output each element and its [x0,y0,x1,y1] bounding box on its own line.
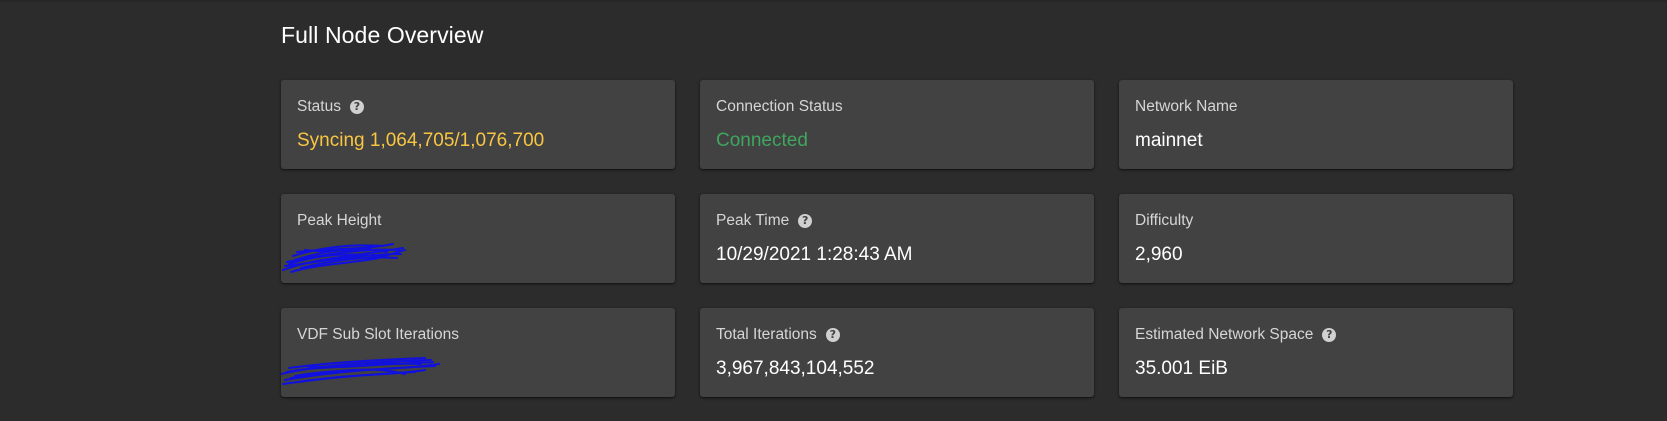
peak-height-card: Peak Height [281,194,675,283]
network-name-label-row: Network Name [1135,98,1238,116]
peak-time-label-row: Peak Time ? [716,212,813,230]
peak-time-value: 10/29/2021 1:28:43 AM [716,244,913,265]
card-label: Status [297,98,341,115]
card-label: Peak Time [716,212,790,229]
network-space-value: 35.001 EiB [1135,358,1228,379]
help-circle-icon[interactable]: ? [349,100,364,114]
network-space-label-row: Estimated Network Space ? [1135,326,1337,344]
estimated-network-space-card: Estimated Network Space ? 35.001 EiB [1119,308,1513,397]
peak-time-card: Peak Time ? 10/29/2021 1:28:43 AM [700,194,1094,283]
network-name-value: mainnet [1135,130,1203,151]
card-label: Total Iterations [716,326,817,343]
difficulty-label-row: Difficulty [1135,212,1193,230]
difficulty-card: Difficulty 2,960 [1119,194,1513,283]
page-title: Full Node Overview [281,22,484,48]
status-value: Syncing 1,064,705/1,076,700 [297,130,545,151]
card-label: Connection Status [716,98,843,115]
redaction-scribble [281,357,440,385]
connection-status-card: Connection Status Connected [700,80,1094,169]
total-iterations-value: 3,967,843,104,552 [716,358,875,379]
help-circle-icon[interactable]: ? [798,214,813,228]
card-label: Peak Height [297,212,382,229]
total-iterations-label-row: Total Iterations ? [716,326,840,344]
total-iterations-card: Total Iterations ? 3,967,843,104,552 [700,308,1094,397]
difficulty-value: 2,960 [1135,244,1183,265]
overview-grid: Status ? Syncing 1,064,705/1,076,700 Con… [281,80,1513,397]
vdf-label-row: VDF Sub Slot Iterations [297,326,459,344]
card-label: VDF Sub Slot Iterations [297,326,459,343]
redaction-scribble [282,243,406,273]
full-node-page: Full Node Overview Status ? Syncing 1,06… [0,0,1667,421]
top-divider [0,0,1667,2]
help-circle-icon[interactable]: ? [825,328,840,342]
network-name-card: Network Name mainnet [1119,80,1513,169]
card-label: Network Name [1135,98,1238,115]
vdf-sub-slot-iterations-card: VDF Sub Slot Iterations [281,308,675,397]
peak-height-label-row: Peak Height [297,212,381,230]
card-label: Estimated Network Space [1135,326,1314,343]
card-label: Difficulty [1135,212,1194,229]
connection-status-label-row: Connection Status [716,98,843,116]
status-label-row: Status ? [297,98,364,116]
connection-status-value: Connected [716,130,808,151]
help-circle-icon[interactable]: ? [1322,328,1337,342]
status-card: Status ? Syncing 1,064,705/1,076,700 [281,80,675,169]
